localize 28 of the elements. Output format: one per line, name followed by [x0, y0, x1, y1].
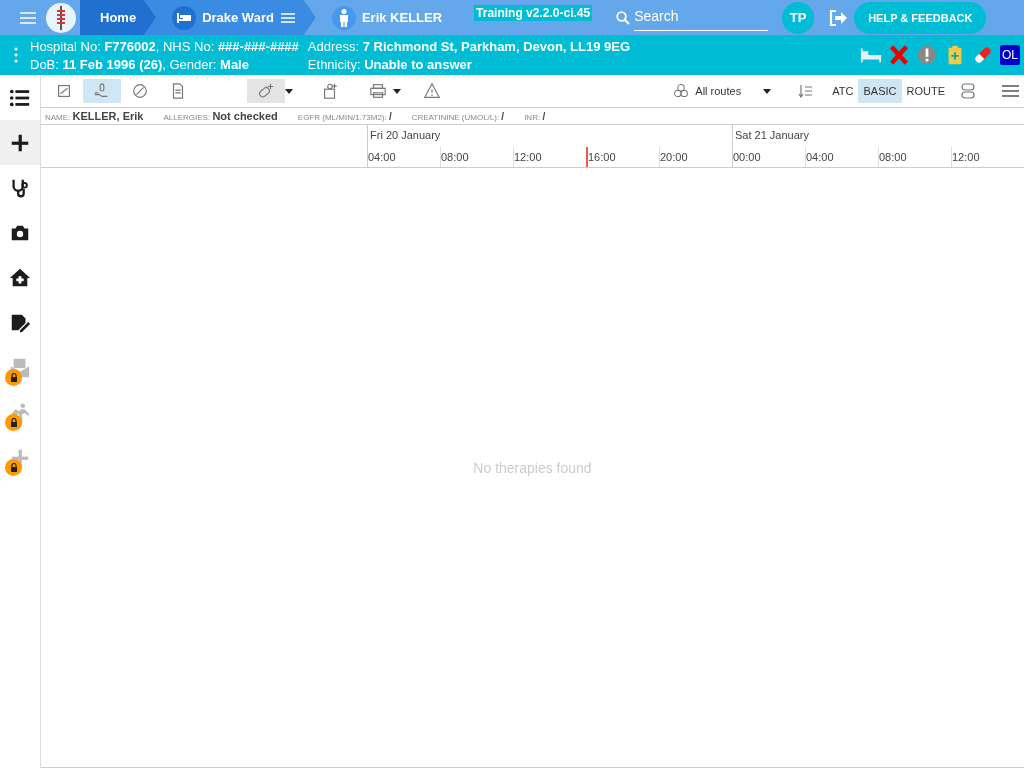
info-field: EGFR (ML/MIN/1.73M2): /	[297, 110, 392, 122]
status-badge[interactable]: OL	[1000, 45, 1020, 65]
search-field[interactable]: Search	[634, 4, 769, 31]
hour-label: 12:00	[951, 147, 1024, 167]
hour-label: 08:00	[878, 147, 951, 167]
hour-label: 04:00	[805, 147, 878, 167]
hour-label: 04:00	[368, 150, 397, 165]
patient-detail: Hospital No: F776002, NHS No: ###-###-####	[30, 38, 299, 54]
patient-detail: Ethnicity: Unable to answer	[307, 56, 473, 72]
hour-label: 08:00	[440, 147, 513, 167]
hour-label: 20:00	[659, 147, 732, 167]
day-label: Sat 21 January	[734, 128, 810, 143]
info-field: INR: /	[524, 110, 546, 122]
view-mode-tab[interactable]: ATC	[827, 79, 859, 103]
hour-label: 12:00	[513, 147, 586, 167]
hour-label: 16:00	[586, 147, 659, 167]
version-badge: Training v2.2.0-ci.45	[474, 5, 593, 21]
view-mode-tab[interactable]: ROUTE	[901, 79, 950, 103]
view-mode-tab[interactable]: BASIC	[858, 79, 902, 103]
patient-detail: Address: 7 Richmond St, Parkham, Devon, LL19 9EG	[307, 38, 631, 54]
info-field: NAME: KELLER, Erik	[45, 110, 144, 122]
route-dropdown[interactable]: All routes	[667, 82, 778, 100]
info-field: ALLERGIES: Not checked	[163, 110, 278, 122]
info-field: CREATININE (UMOL/L): /	[411, 110, 505, 122]
hour-label: 00:00	[733, 150, 762, 165]
day-label: Fri 20 January	[369, 128, 442, 143]
patient-detail: DoB: 11 Feb 1996 (26), Gender: Male	[30, 56, 250, 72]
breadcrumb-link[interactable]: Home	[80, 0, 157, 35]
